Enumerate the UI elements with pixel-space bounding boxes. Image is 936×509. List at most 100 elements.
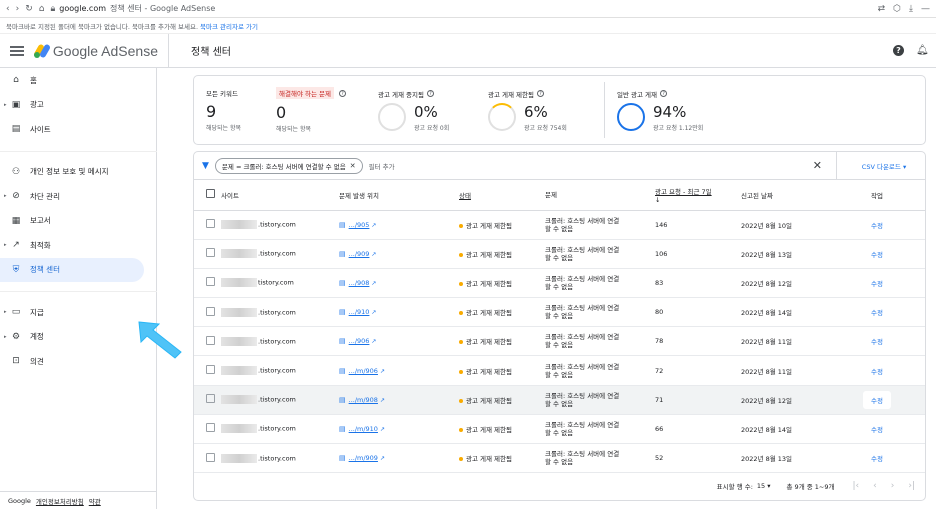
- document-icon: ▤: [339, 366, 346, 375]
- page-link[interactable]: .../m/908: [349, 396, 378, 404]
- sidebar-item[interactable]: ▸ ▭ 지급: [0, 300, 156, 325]
- minimize-icon[interactable]: —: [921, 4, 930, 14]
- status-cell: 광고 게재 제한됨: [466, 250, 512, 259]
- sidebar-item[interactable]: ▦ 보고서: [0, 209, 156, 234]
- help-icon[interactable]: ?: [427, 90, 434, 97]
- page-link[interactable]: .../908: [349, 279, 370, 287]
- sidebar-item[interactable]: ⚇ 개인 정보 보호 및 메시지: [0, 160, 156, 185]
- sidebar-item[interactable]: ⌂ 홈: [0, 68, 156, 93]
- add-filter-input[interactable]: 필터 추가: [369, 161, 395, 171]
- address-bar[interactable]: 🔒︎ google.com 정책 센터 - Google AdSense: [50, 3, 871, 14]
- edit-button[interactable]: 수정: [863, 420, 891, 438]
- reload-icon[interactable]: ↻: [25, 4, 33, 14]
- notification-bell-icon[interactable]: 🔔︎: [916, 45, 929, 56]
- sidebar-item[interactable]: ▤ 사이트: [0, 117, 156, 142]
- col-header-status[interactable]: 상태: [459, 180, 545, 211]
- select-all-checkbox[interactable]: [206, 189, 215, 199]
- edit-button[interactable]: 수정: [863, 390, 891, 409]
- page-link[interactable]: .../905: [349, 221, 370, 229]
- sidebar-item[interactable]: ⛨ 정책 센터: [0, 257, 144, 282]
- col-header-site[interactable]: 사이트: [221, 180, 339, 211]
- sidebar-item[interactable]: ▸ ⊘ 차단 관리: [0, 184, 156, 209]
- open-external-icon[interactable]: ↗: [380, 455, 385, 462]
- prev-page-icon[interactable]: ‹: [873, 481, 877, 491]
- page-link[interactable]: .../m/909: [349, 454, 378, 462]
- open-external-icon[interactable]: ↗: [371, 338, 376, 345]
- row-checkbox[interactable]: [206, 248, 215, 258]
- stat-ads-limited[interactable]: 광고 게재 제한됨? 6% 광고 요청 754회: [488, 82, 592, 138]
- translate-icon[interactable]: ⇄: [878, 4, 886, 14]
- help-icon[interactable]: ?: [537, 90, 544, 97]
- stat-normal-value: 94%: [653, 102, 687, 121]
- filter-icon[interactable]: ▼: [202, 161, 209, 171]
- issues-table-card: ▼ 문제 = 크롤러: 호스팅 서버에 연결할 수 없음 ✕ 필터 추가 ✕ C…: [193, 151, 926, 501]
- sidebar-item[interactable]: ▸ ↗ 최적화: [0, 233, 156, 258]
- status-dot-icon: [459, 427, 463, 432]
- edit-button[interactable]: 수정: [863, 332, 891, 350]
- edit-button[interactable]: 수정: [863, 362, 891, 380]
- stat-all-label: 모든 키워드: [206, 90, 238, 98]
- col-header-issue[interactable]: 문제: [545, 180, 655, 211]
- sidebar-item[interactable]: ▸ ⚙ 계정: [0, 325, 156, 350]
- page-link[interactable]: .../m/906: [349, 367, 378, 375]
- help-icon[interactable]: ?: [660, 90, 668, 97]
- issue-line2: 할 수 없음: [545, 253, 574, 262]
- open-external-icon[interactable]: ↗: [380, 426, 385, 433]
- page-link[interactable]: .../909: [349, 250, 370, 258]
- bookmark-manager-link[interactable]: 북마크 관리자로 가기: [200, 21, 258, 31]
- row-checkbox[interactable]: [206, 452, 215, 462]
- stat-must-fix[interactable]: 해결해야 하는 문제? 0 해당되는 항목: [276, 82, 378, 138]
- stat-all-issues[interactable]: 모든 키워드 9 해당되는 항목: [206, 82, 276, 138]
- back-icon[interactable]: ‹: [6, 4, 10, 14]
- issue-line1: 크롤러: 호스팅 서버에 연결: [545, 304, 620, 313]
- filter-chip[interactable]: 문제 = 크롤러: 호스팅 서버에 연결할 수 없음 ✕: [214, 157, 363, 174]
- sidebar-item[interactable]: ⊡ 의견: [0, 349, 156, 374]
- col-header-date[interactable]: 신고된 날짜: [741, 180, 829, 211]
- stat-ads-normal[interactable]: 일반 광고 게재? 94% 광고 요청 1.12만회: [617, 82, 737, 138]
- first-page-icon[interactable]: |‹: [853, 481, 860, 491]
- help-icon[interactable]: ?: [338, 89, 346, 97]
- open-external-icon[interactable]: ↗: [371, 251, 376, 258]
- last-page-icon[interactable]: ›|: [908, 481, 915, 491]
- stat-must-fix-label: 해결해야 하는 문제: [276, 87, 334, 99]
- privacy-link[interactable]: 개인정보처리방침: [36, 496, 84, 506]
- page-link[interactable]: .../m/910: [349, 425, 378, 433]
- row-checkbox[interactable]: [206, 277, 215, 287]
- row-checkbox[interactable]: [206, 365, 215, 375]
- row-checkbox[interactable]: [206, 306, 215, 316]
- edit-button[interactable]: 수정: [863, 449, 891, 467]
- row-checkbox[interactable]: [206, 394, 215, 404]
- extension-icon[interactable]: ⬡: [893, 4, 901, 14]
- csv-download-button[interactable]: CSV 다운로드 ▾: [851, 161, 917, 171]
- edit-button[interactable]: 수정: [863, 303, 891, 321]
- stat-ads-stopped[interactable]: 광고 게재 중지됨? 0% 광고 요청 0회: [378, 82, 488, 138]
- page-link[interactable]: .../906: [349, 337, 370, 345]
- sidebar-item[interactable]: ▸ ▣ 광고: [0, 93, 156, 118]
- chip-close-icon[interactable]: ✕: [350, 162, 356, 170]
- help-icon[interactable]: ?: [893, 45, 904, 56]
- next-page-icon[interactable]: ›: [891, 481, 895, 491]
- clear-filters-icon[interactable]: ✕: [813, 159, 822, 172]
- terms-link[interactable]: 약관: [89, 496, 101, 506]
- rows-per-page-select[interactable]: 15 ▾: [757, 482, 771, 490]
- status-cell: 광고 게재 제한됨: [466, 367, 512, 376]
- open-external-icon[interactable]: ↗: [371, 309, 376, 316]
- row-checkbox[interactable]: [206, 423, 215, 433]
- col-header-page[interactable]: 문제 발생 위치: [339, 180, 459, 211]
- row-checkbox[interactable]: [206, 335, 215, 345]
- open-external-icon[interactable]: ↗: [380, 397, 385, 404]
- home-browser-icon[interactable]: ⌂: [39, 4, 45, 14]
- forward-icon[interactable]: ›: [16, 4, 20, 14]
- edit-button[interactable]: 수정: [863, 274, 891, 292]
- edit-button[interactable]: 수정: [863, 216, 891, 234]
- edit-button[interactable]: 수정: [863, 245, 891, 263]
- menu-icon[interactable]: [10, 45, 24, 56]
- open-external-icon[interactable]: ↗: [371, 280, 376, 287]
- row-checkbox[interactable]: [206, 219, 215, 229]
- page-link[interactable]: .../910: [349, 308, 370, 316]
- download-icon[interactable]: ⤓: [909, 4, 913, 14]
- adsense-logo[interactable]: Google AdSense: [32, 43, 158, 59]
- open-external-icon[interactable]: ↗: [371, 222, 376, 229]
- col-header-requests[interactable]: 광고 요청 - 최근 7일 ↓: [655, 180, 741, 211]
- open-external-icon[interactable]: ↗: [380, 368, 385, 375]
